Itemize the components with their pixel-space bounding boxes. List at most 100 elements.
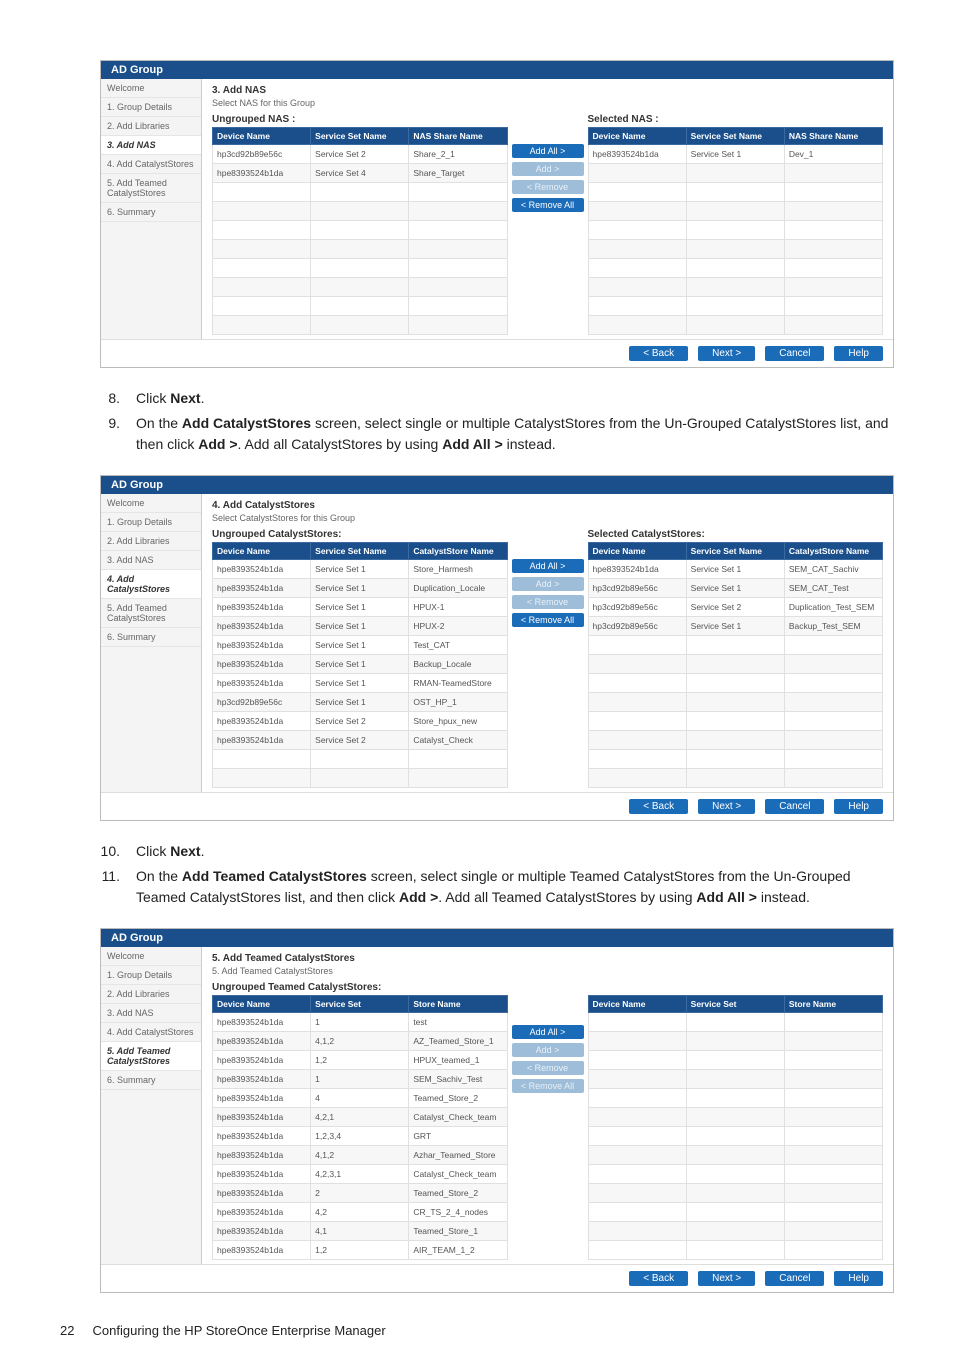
wizard-screenshot-teamed: AD Group Welcome 1. Group Details 2. Add…: [100, 928, 894, 1293]
step-add-teamed-catalyststores[interactable]: 5. Add Teamed CatalystStores: [101, 174, 201, 203]
step-welcome[interactable]: Welcome: [101, 947, 201, 966]
remove-all-button[interactable]: < Remove All: [512, 198, 584, 212]
cancel-button[interactable]: Cancel: [765, 346, 824, 361]
table-cell: [784, 164, 882, 183]
table-row[interactable]: hpe8393524b1da1,2HPUX_teamed_1: [213, 1051, 508, 1070]
remove-all-button[interactable]: < Remove All: [512, 613, 584, 627]
step-welcome[interactable]: Welcome: [101, 79, 201, 98]
table-row[interactable]: hp3cd92b89e56cService Set 2Share_2_1: [213, 145, 508, 164]
table-cell: 4,2,1: [311, 1108, 409, 1127]
help-button[interactable]: Help: [834, 799, 883, 814]
selected-table[interactable]: Device Name Service Set Store Name: [588, 995, 884, 1260]
table-row[interactable]: hpe8393524b1daService Set 1Duplication_L…: [213, 579, 508, 598]
step-add-catalyststores[interactable]: 4. Add CatalystStores: [101, 1023, 201, 1042]
table-cell: [588, 1051, 686, 1070]
table-row[interactable]: hpe8393524b1daService Set 1Backup_Locale: [213, 655, 508, 674]
add-button[interactable]: Add >: [512, 1043, 584, 1057]
table-row[interactable]: hpe8393524b1daService Set 1Test_CAT: [213, 636, 508, 655]
table-row[interactable]: hpe8393524b1da4,1,2Azhar_Teamed_Store: [213, 1146, 508, 1165]
table-row[interactable]: hpe8393524b1da4,2CR_TS_2_4_nodes: [213, 1203, 508, 1222]
table-row[interactable]: hpe8393524b1da1,2AIR_TEAM_1_2: [213, 1241, 508, 1260]
step-summary[interactable]: 6. Summary: [101, 1071, 201, 1090]
help-button[interactable]: Help: [834, 346, 883, 361]
step-add-nas[interactable]: 3. Add NAS: [101, 551, 201, 570]
table-row[interactable]: hpe8393524b1daService Set 4Share_Target: [213, 164, 508, 183]
col-service-set-name: Service Set Name: [311, 543, 409, 560]
cancel-button[interactable]: Cancel: [765, 1271, 824, 1286]
table-cell: [588, 636, 686, 655]
cancel-button[interactable]: Cancel: [765, 799, 824, 814]
step-group-details[interactable]: 1. Group Details: [101, 966, 201, 985]
step-add-teamed-catalyststores[interactable]: 5. Add Teamed CatalystStores: [101, 1042, 201, 1071]
ungrouped-table[interactable]: Device Name Service Set Name CatalystSto…: [212, 542, 508, 788]
table-row[interactable]: hpe8393524b1daService Set 1HPUX-2: [213, 617, 508, 636]
remove-button[interactable]: < Remove: [512, 180, 584, 194]
step-add-nas[interactable]: 3. Add NAS: [101, 1004, 201, 1023]
table-row[interactable]: hpe8393524b1da1SEM_Sachiv_Test: [213, 1070, 508, 1089]
table-row[interactable]: hp3cd92b89e56cService Set 1SEM_CAT_Test: [588, 579, 883, 598]
back-button[interactable]: < Back: [629, 1271, 688, 1286]
step-add-teamed-catalyststores[interactable]: 5. Add Teamed CatalystStores: [101, 599, 201, 628]
step-group-details[interactable]: 1. Group Details: [101, 98, 201, 117]
back-button[interactable]: < Back: [629, 346, 688, 361]
step-group-details[interactable]: 1. Group Details: [101, 513, 201, 532]
table-row[interactable]: hp3cd92b89e56cService Set 2Duplication_T…: [588, 598, 883, 617]
selected-table[interactable]: Device Name Service Set Name CatalystSto…: [588, 542, 884, 788]
add-all-button[interactable]: Add All >: [512, 559, 584, 573]
step-add-nas[interactable]: 3. Add NAS: [101, 136, 201, 155]
step-summary[interactable]: 6. Summary: [101, 628, 201, 647]
table-cell: [409, 769, 507, 788]
table-row[interactable]: hpe8393524b1da4Teamed_Store_2: [213, 1089, 508, 1108]
step-add-libraries[interactable]: 2. Add Libraries: [101, 117, 201, 136]
table-cell: 4,2,3,1: [311, 1165, 409, 1184]
table-cell: Service Set 1: [311, 579, 409, 598]
table-row-empty: [588, 1013, 883, 1032]
add-button[interactable]: Add >: [512, 577, 584, 591]
next-button[interactable]: Next >: [698, 346, 755, 361]
table-cell: [784, 1070, 882, 1089]
table-row[interactable]: hpe8393524b1daService Set 1RMAN-TeamedSt…: [213, 674, 508, 693]
table-row[interactable]: hpe8393524b1daService Set 2Store_hpux_ne…: [213, 712, 508, 731]
step-summary[interactable]: 6. Summary: [101, 203, 201, 222]
table-row[interactable]: hpe8393524b1da2Teamed_Store_2: [213, 1184, 508, 1203]
table-cell: [686, 297, 784, 316]
next-button[interactable]: Next >: [698, 1271, 755, 1286]
remove-button[interactable]: < Remove: [512, 1061, 584, 1075]
table-row[interactable]: hp3cd92b89e56cService Set 1OST_HP_1: [213, 693, 508, 712]
table-cell: [784, 1184, 882, 1203]
step-add-catalyststores[interactable]: 4. Add CatalystStores: [101, 570, 201, 599]
table-row[interactable]: hpe8393524b1daService Set 1Store_Harmesh: [213, 560, 508, 579]
step-add-libraries[interactable]: 2. Add Libraries: [101, 985, 201, 1004]
table-row[interactable]: hp3cd92b89e56cService Set 1Backup_Test_S…: [588, 617, 883, 636]
help-button[interactable]: Help: [834, 1271, 883, 1286]
next-button[interactable]: Next >: [698, 799, 755, 814]
ungrouped-table[interactable]: Device Name Service Set Name NAS Share N…: [212, 127, 508, 335]
add-all-button[interactable]: Add All >: [512, 1025, 584, 1039]
ungrouped-table[interactable]: Device Name Service Set Store Name hpe83…: [212, 995, 508, 1260]
table-row[interactable]: hpe8393524b1da4,1Teamed_Store_1: [213, 1222, 508, 1241]
table-row[interactable]: hpe8393524b1da4,2,3,1Catalyst_Check_team: [213, 1165, 508, 1184]
selected-table[interactable]: Device Name Service Set Name NAS Share N…: [588, 127, 884, 335]
table-cell: HPUX-2: [409, 617, 507, 636]
table-row[interactable]: hpe8393524b1daService Set 2Catalyst_Chec…: [213, 731, 508, 750]
table-row[interactable]: hpe8393524b1da1,2,3,4GRT: [213, 1127, 508, 1146]
step-add-libraries[interactable]: 2. Add Libraries: [101, 532, 201, 551]
table-cell: [588, 750, 686, 769]
table-cell: [784, 674, 882, 693]
table-cell: [784, 750, 882, 769]
remove-button[interactable]: < Remove: [512, 595, 584, 609]
add-button[interactable]: Add >: [512, 162, 584, 176]
table-row[interactable]: hpe8393524b1da4,1,2AZ_Teamed_Store_1: [213, 1032, 508, 1051]
step-add-catalyststores[interactable]: 4. Add CatalystStores: [101, 155, 201, 174]
table-row[interactable]: hpe8393524b1da4,2,1Catalyst_Check_team: [213, 1108, 508, 1127]
back-button[interactable]: < Back: [629, 799, 688, 814]
table-row[interactable]: hpe8393524b1daService Set 1HPUX-1: [213, 598, 508, 617]
table-row[interactable]: hpe8393524b1da1test: [213, 1013, 508, 1032]
table-row[interactable]: hpe8393524b1daService Set 1SEM_CAT_Sachi…: [588, 560, 883, 579]
table-row-empty: [588, 1051, 883, 1070]
table-row[interactable]: hpe8393524b1daService Set 1Dev_1: [588, 145, 883, 164]
step-welcome[interactable]: Welcome: [101, 494, 201, 513]
remove-all-button[interactable]: < Remove All: [512, 1079, 584, 1093]
add-all-button[interactable]: Add All >: [512, 144, 584, 158]
ungrouped-label: Ungrouped CatalystStores:: [212, 529, 508, 540]
